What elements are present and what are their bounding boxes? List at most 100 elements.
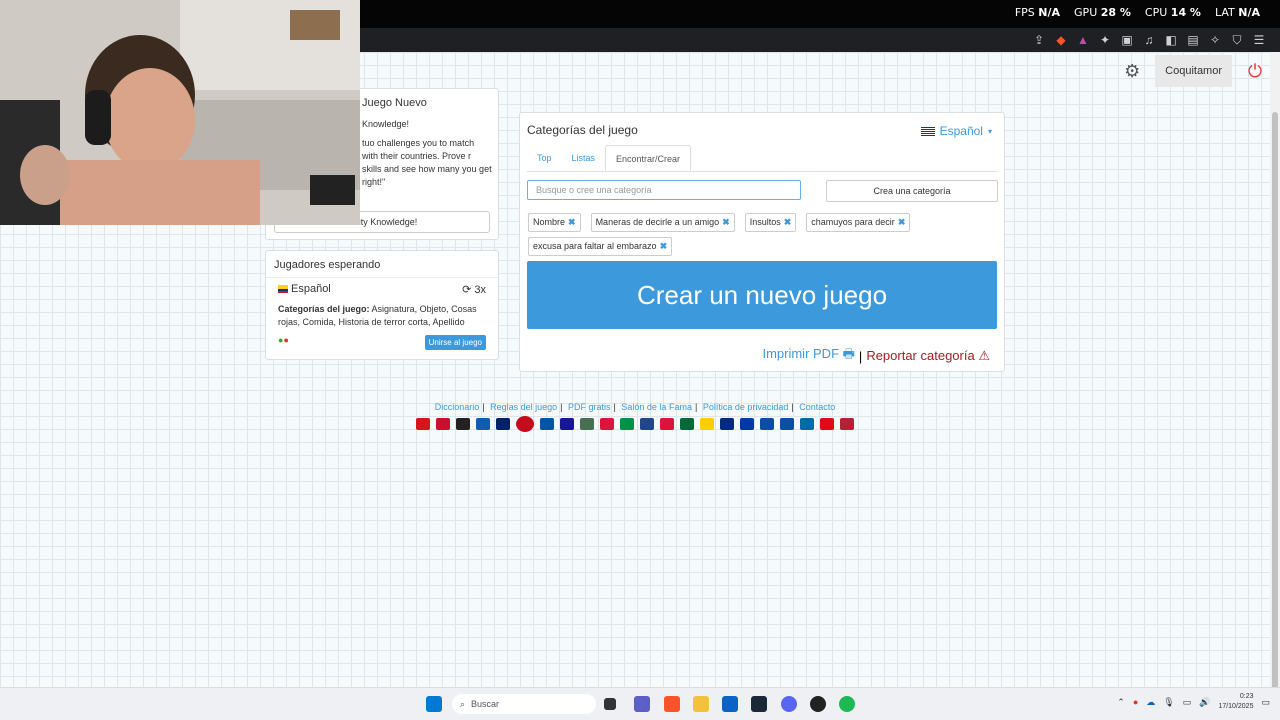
footer-link-dictionary[interactable]: Diccionario (435, 402, 480, 412)
menu-icon[interactable]: ☰ (1248, 31, 1270, 49)
share-icon[interactable]: ⇪ (1028, 31, 1050, 49)
new-game-description: tuo challenges you to match with their c… (362, 138, 492, 187)
gear-icon[interactable]: ⚙ (1117, 61, 1147, 82)
language-flag-icon[interactable] (496, 418, 510, 430)
extensions-icon[interactable]: ✦ (1094, 31, 1116, 49)
printer-icon: 🖶 (842, 346, 855, 361)
selected-categories: Nombre ✖ Maneras de decirle a un amigo ✖ I… (528, 213, 928, 256)
windows-start-icon[interactable] (426, 696, 442, 712)
brave-browser-icon[interactable] (664, 696, 680, 712)
links-separator: | (858, 348, 863, 364)
teams-icon[interactable] (634, 696, 650, 712)
notification-icon[interactable]: ▭ (1261, 697, 1270, 708)
tab-top[interactable]: Top (527, 145, 562, 171)
language-flag-icon[interactable] (700, 418, 714, 430)
clock[interactable]: 0:23 17/10/2025 (1218, 692, 1253, 712)
create-category-button[interactable]: Crea una categoría (826, 180, 998, 202)
footer-links: Diccionario | Reglas del juego | PDF grati… (434, 402, 836, 412)
language-flag-icon[interactable] (720, 418, 734, 430)
create-new-game-button[interactable]: Crear un nuevo juego (527, 261, 997, 329)
game-language: Español (278, 283, 331, 296)
waiting-game-categories: Categorías del juego: Asignatura, Objeto… (278, 304, 477, 327)
language-flag-icon[interactable] (740, 418, 754, 430)
report-category-link[interactable]: Reportar categoría ⚠ (866, 348, 990, 364)
join-game-button[interactable]: Unirse al juego (424, 335, 486, 350)
remove-icon[interactable]: ✖ (568, 217, 576, 227)
game-rounds: ⟳ 3x (462, 284, 486, 296)
vpn-icon[interactable]: ⛉ (1226, 31, 1248, 49)
language-flag-icon[interactable] (780, 418, 794, 430)
footer-link-rules[interactable]: Reglas del juego (490, 402, 557, 412)
taskbar-search[interactable]: ⌕ Buscar (452, 694, 596, 714)
network-icon[interactable]: ▭ (1183, 697, 1192, 708)
language-flag-icon[interactable] (540, 418, 554, 430)
onedrive-icon[interactable]: ☁ (1146, 697, 1155, 708)
language-flag-icon[interactable] (840, 418, 854, 430)
footer-link-hall-of-fame[interactable]: Salón de la Fama (621, 402, 692, 412)
category-tag: chamuyos para decir ✖ (806, 213, 911, 232)
discord-icon[interactable] (781, 696, 797, 712)
tray-app-icon[interactable]: ● (1133, 697, 1138, 707)
microphone-icon[interactable]: 🎙 (1163, 697, 1174, 708)
brave-rewards-icon[interactable]: ▲ (1072, 31, 1094, 49)
category-search-input[interactable]: Busque o cree una categoría (527, 180, 801, 200)
footer-link-contact[interactable]: Contacto (799, 402, 835, 412)
site-nav-right: ⚙ Coquitamor ⏻ (1117, 52, 1270, 90)
gpu-stat: GPU 28 % (1074, 6, 1131, 19)
ai-icon[interactable]: ✧ (1204, 31, 1226, 49)
performance-overlay: FPS N/A GPU 28 % CPU 14 % LAT N/A (1015, 6, 1260, 19)
language-dropdown[interactable]: Español ▾ (920, 124, 992, 138)
new-game-subtitle: Knowledge! (362, 119, 410, 129)
language-flag-icon[interactable] (560, 418, 574, 430)
scrollbar[interactable] (1270, 52, 1280, 698)
remove-icon[interactable]: ✖ (722, 217, 730, 227)
tab-encontrar-crear[interactable]: Encontrar/Crear (605, 145, 692, 171)
language-flag-icon[interactable] (820, 418, 834, 430)
language-flag-icon[interactable] (436, 418, 450, 430)
remove-icon[interactable]: ✖ (898, 217, 906, 227)
remove-icon[interactable]: ✖ (784, 217, 792, 227)
app-icon[interactable] (810, 696, 826, 712)
power-icon[interactable]: ⏻ (1240, 61, 1270, 82)
categories-title: Categorías del juego (527, 123, 638, 137)
steam-icon[interactable] (751, 696, 767, 712)
categories-tabs: Top Listas Encontrar/Crear (527, 145, 997, 172)
player-icons: ●● (278, 335, 289, 345)
remove-icon[interactable]: ✖ (660, 241, 668, 251)
screenshot-icon[interactable]: ▣ (1116, 31, 1138, 49)
chevron-up-icon[interactable]: ⌃ (1117, 697, 1125, 708)
windows-taskbar: ⌕ Buscar ⌃ ● ☁ 🎙 ▭ 🔊 0:23 17/10/2025 ▭ (0, 687, 1280, 720)
outlook-icon[interactable] (722, 696, 738, 712)
print-pdf-link[interactable]: Imprimir PDF 🖶 (762, 345, 854, 367)
search-icon: ⌕ (460, 698, 466, 709)
media-icon[interactable]: ♫ (1138, 31, 1160, 49)
language-flag-icon[interactable] (640, 418, 654, 430)
language-flag-icon[interactable] (476, 418, 490, 430)
user-name-button[interactable]: Coquitamor (1155, 55, 1232, 87)
language-flag-icon[interactable] (800, 418, 814, 430)
volume-icon[interactable]: 🔊 (1199, 697, 1210, 708)
brave-shield-icon[interactable]: ◆ (1050, 31, 1072, 49)
tab-listas[interactable]: Listas (562, 145, 606, 171)
language-flag-icon[interactable] (600, 418, 614, 430)
colombia-flag-icon (278, 285, 288, 294)
footer-link-privacy[interactable]: Política de privacidad (703, 402, 789, 412)
task-view-icon[interactable] (604, 698, 616, 710)
category-tag: Nombre ✖ (528, 213, 581, 232)
language-flag-icon[interactable] (660, 418, 674, 430)
language-flag-icon[interactable] (620, 418, 634, 430)
language-flag-icon[interactable] (516, 416, 534, 432)
language-flag-icon[interactable] (580, 418, 594, 430)
spotify-icon[interactable] (839, 696, 855, 712)
language-flag-icon[interactable] (760, 418, 774, 430)
fps-stat: FPS N/A (1014, 6, 1061, 19)
sidebar-icon[interactable]: ◧ (1160, 31, 1182, 49)
uruguay-flag-icon (920, 126, 935, 136)
language-flag-icon[interactable] (416, 418, 430, 430)
footer-link-pdf[interactable]: PDF gratis (568, 402, 611, 412)
scrollbar-thumb[interactable] (1272, 112, 1278, 698)
wallet-icon[interactable]: ▤ (1182, 31, 1204, 49)
file-explorer-icon[interactable] (693, 696, 709, 712)
language-flag-icon[interactable] (680, 418, 694, 430)
language-flag-icon[interactable] (456, 418, 470, 430)
